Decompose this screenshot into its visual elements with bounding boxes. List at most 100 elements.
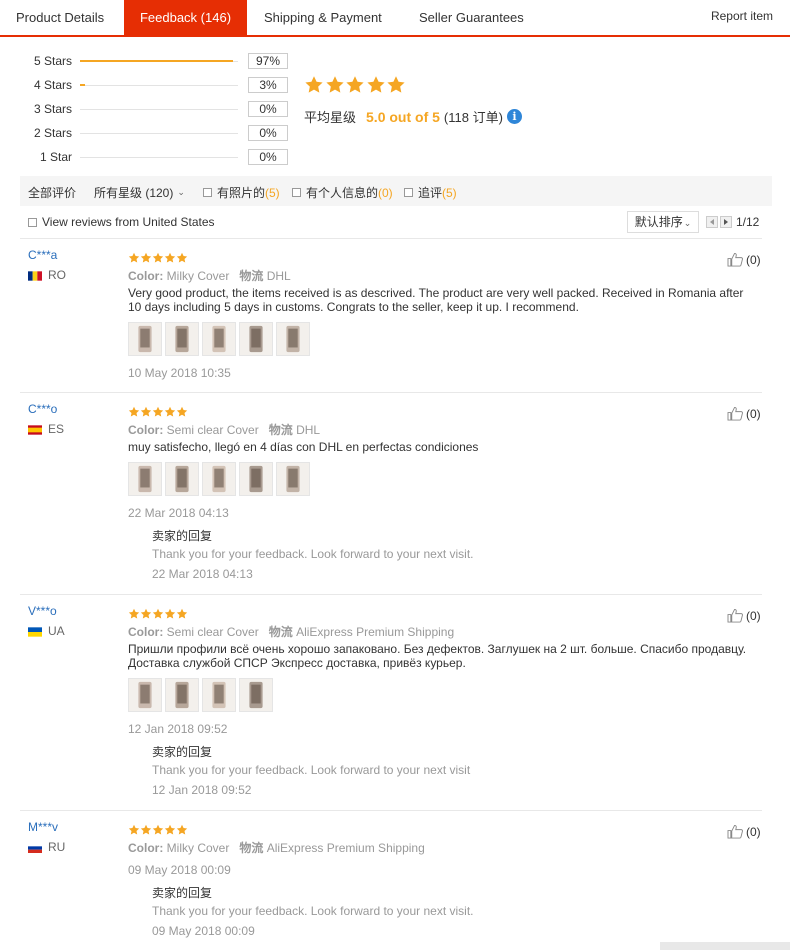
histogram-bar <box>80 60 238 62</box>
histogram-fill <box>80 84 85 86</box>
star-icon <box>152 608 164 619</box>
divider <box>20 392 762 393</box>
report-item-link[interactable]: Report item <box>711 0 773 32</box>
review-date: 10 May 2018 10:35 <box>128 366 231 380</box>
sort-dropdown[interactable]: 默认排序⌄ <box>627 211 699 233</box>
reviewer-name[interactable]: V***o <box>28 604 57 618</box>
filter-label: 有个人信息的 <box>306 186 379 200</box>
chevron-down-icon: ⌄ <box>177 187 185 197</box>
review-text: Пришли профили всё очень хорошо запакова… <box>128 642 747 670</box>
stars-select[interactable]: 所有星级 (120) ⌄ <box>94 184 185 201</box>
prev-page-button[interactable] <box>706 216 718 228</box>
review-photo-thumbnail[interactable] <box>239 462 273 496</box>
scroll-tab[interactable] <box>660 942 790 950</box>
average-stars <box>304 75 407 95</box>
filter-all[interactable]: 全部评价 <box>28 184 76 201</box>
review-photo-thumbnail[interactable] <box>202 462 236 496</box>
histogram-bar <box>80 157 238 158</box>
histogram-row-3[interactable]: 3 Stars 0% <box>0 101 300 119</box>
filter-followup[interactable]: 追评 (5) <box>404 184 457 201</box>
attr-logistics-value: AliExpress Premium Shipping <box>266 841 425 855</box>
filter-label: 有照片的 <box>217 186 266 200</box>
seller-reply-date: 12 Jan 2018 09:52 <box>152 783 252 797</box>
attr-logistics-label: 物流 <box>239 841 264 855</box>
us-reviews-label: View reviews from United States <box>42 215 215 229</box>
tab-bar: Product Details Feedback (146) Shipping … <box>0 0 790 37</box>
checkbox[interactable] <box>28 217 37 227</box>
tab-seller-guarantees[interactable]: Seller Guarantees <box>419 0 524 35</box>
star-icon <box>176 824 188 835</box>
helpful-count: (0) <box>746 824 761 839</box>
next-page-button[interactable] <box>720 216 732 228</box>
review-text: muy satisfecho, llegó en 4 días con DHL … <box>128 440 479 454</box>
star-icon <box>152 252 164 263</box>
review-photo-thumbnail[interactable] <box>276 462 310 496</box>
review-photo-thumbnail[interactable] <box>165 462 199 496</box>
helpful-count: (0) <box>746 608 761 623</box>
flag-icon <box>28 626 42 637</box>
review-photo-thumbnail[interactable] <box>128 322 162 356</box>
attr-logistics-label: 物流 <box>239 269 264 283</box>
histogram-percent: 3% <box>248 77 288 93</box>
reviewer-name[interactable]: M***v <box>28 820 58 834</box>
star-icon <box>164 608 176 619</box>
histogram-row-5[interactable]: 5 Stars 97% <box>0 53 300 71</box>
checkbox[interactable] <box>404 188 413 197</box>
reviewer-name[interactable]: C***o <box>28 402 57 416</box>
filter-with-photos[interactable]: 有照片的 (5) <box>203 184 280 201</box>
review-attributes: Color: Semi clear Cover 物流 DHL <box>128 421 320 438</box>
review-attributes: Color: Milky Cover 物流 DHL <box>128 267 291 284</box>
star-icon <box>152 824 164 835</box>
star-icon <box>128 608 140 619</box>
review-photo-thumbnail[interactable] <box>165 678 199 712</box>
helpful-button[interactable]: (0) <box>727 608 761 623</box>
tab-shipping-payment[interactable]: Shipping & Payment <box>264 0 382 35</box>
review-stars <box>128 824 188 836</box>
review-photo-thumbnail[interactable] <box>276 322 310 356</box>
review-stars <box>128 608 188 620</box>
histogram-percent: 0% <box>248 125 288 141</box>
checkbox[interactable] <box>292 188 301 197</box>
divider <box>20 810 762 811</box>
review-text: Very good product, the items received is… <box>128 286 744 314</box>
attr-color-label: Color: <box>128 625 164 639</box>
star-icon <box>346 76 364 93</box>
review-attributes: Color: Semi clear Cover 物流 AliExpress Pre… <box>128 623 454 640</box>
review-photo-thumbnail[interactable] <box>239 678 273 712</box>
helpful-count: (0) <box>746 406 761 421</box>
us-reviews-filter[interactable]: View reviews from United States <box>28 215 215 229</box>
star-icon <box>140 406 152 417</box>
info-icon[interactable]: i <box>506 109 522 124</box>
histogram-label: 1 Star <box>40 150 73 164</box>
star-icon <box>128 824 140 835</box>
tab-feedback[interactable]: Feedback (146) <box>124 0 247 35</box>
helpful-button[interactable]: (0) <box>727 406 761 421</box>
reviewer-name[interactable]: C***a <box>28 248 57 262</box>
review-photo-thumbnail[interactable] <box>202 678 236 712</box>
star-icon <box>164 252 176 263</box>
star-icon <box>325 76 344 93</box>
review-photo-thumbnail[interactable] <box>202 322 236 356</box>
star-icon <box>387 76 405 93</box>
review-date: 12 Jan 2018 09:52 <box>128 722 228 736</box>
star-icon <box>128 406 140 417</box>
helpful-button[interactable]: (0) <box>727 252 761 267</box>
seller-reply-text: Thank you for your feedback. Look forwar… <box>152 763 471 777</box>
review-photo-thumbnail[interactable] <box>128 462 162 496</box>
review-photo-thumbnail[interactable] <box>239 322 273 356</box>
checkbox[interactable] <box>203 188 212 197</box>
review-photo-thumbnail[interactable] <box>165 322 199 356</box>
flag-icon <box>28 842 42 853</box>
histogram-row-4[interactable]: 4 Stars 3% <box>0 77 300 95</box>
tab-product-details[interactable]: Product Details <box>16 0 104 35</box>
helpful-button[interactable]: (0) <box>727 824 761 839</box>
histogram-bar <box>80 133 238 134</box>
filter-personal-info[interactable]: 有个人信息的 (0) <box>292 184 393 201</box>
star-icon <box>305 76 323 93</box>
histogram-row-2[interactable]: 2 Stars 0% <box>0 125 300 143</box>
average-label: 平均星级 <box>304 110 357 125</box>
review-photo-thumbnail[interactable] <box>128 678 162 712</box>
thumbs-up-icon <box>727 252 744 267</box>
histogram-row-1[interactable]: 1 Star 0% <box>0 149 300 167</box>
star-icon <box>176 608 188 619</box>
